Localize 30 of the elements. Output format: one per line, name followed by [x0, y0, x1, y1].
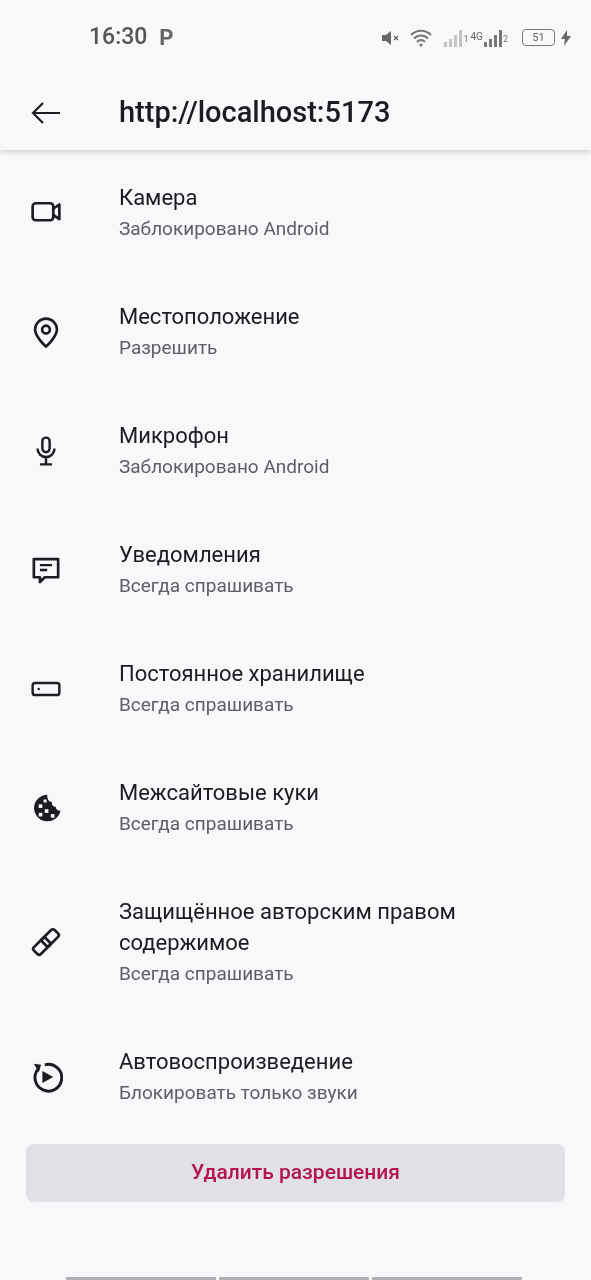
permission-status: Заблокировано Android	[119, 216, 331, 242]
permission-status: Всегда спрашивать	[119, 961, 295, 987]
permission-status: Всегда спрашивать	[119, 573, 295, 599]
charging-icon	[561, 29, 571, 46]
status-time: 16:30	[89, 22, 148, 53]
permission-title[interactable]: Автовоспроизведение	[119, 1046, 549, 1077]
permission-title[interactable]: Постоянное хранилище	[119, 658, 549, 689]
page-title: http://localhost:5173	[119, 93, 391, 131]
signal-icon	[482, 28, 503, 47]
permission-title[interactable]: Уведомления	[119, 539, 549, 570]
notification-glyph: P	[159, 24, 174, 52]
battery-indicator: 51	[522, 29, 555, 46]
permission-title[interactable]: Камера	[119, 182, 549, 213]
permission-title[interactable]: Защищённое авторским правом содержимое	[119, 896, 549, 958]
permission-status: Заблокировано Android	[119, 454, 331, 480]
back-arrow-icon[interactable]	[30, 100, 62, 125]
permission-title[interactable]: Местоположение	[119, 301, 549, 332]
link-icon	[29, 925, 63, 959]
permission-status: Всегда спрашивать	[119, 692, 295, 718]
remove-permissions-button[interactable]: Удалить разрешения	[26, 1144, 565, 1202]
signal-icon	[443, 28, 464, 47]
network-type: 4G	[470, 29, 483, 44]
permission-title[interactable]: Межсайтовые куки	[119, 777, 549, 808]
wifi-icon	[409, 28, 434, 47]
sim-label: 2	[502, 33, 508, 46]
sim-label: 1	[463, 33, 469, 46]
permission-title[interactable]: Микрофон	[119, 420, 549, 451]
permission-status: Разрешить	[119, 335, 219, 361]
permission-status: Всегда спрашивать	[119, 811, 295, 837]
permission-status: Блокировать только звуки	[119, 1080, 359, 1106]
